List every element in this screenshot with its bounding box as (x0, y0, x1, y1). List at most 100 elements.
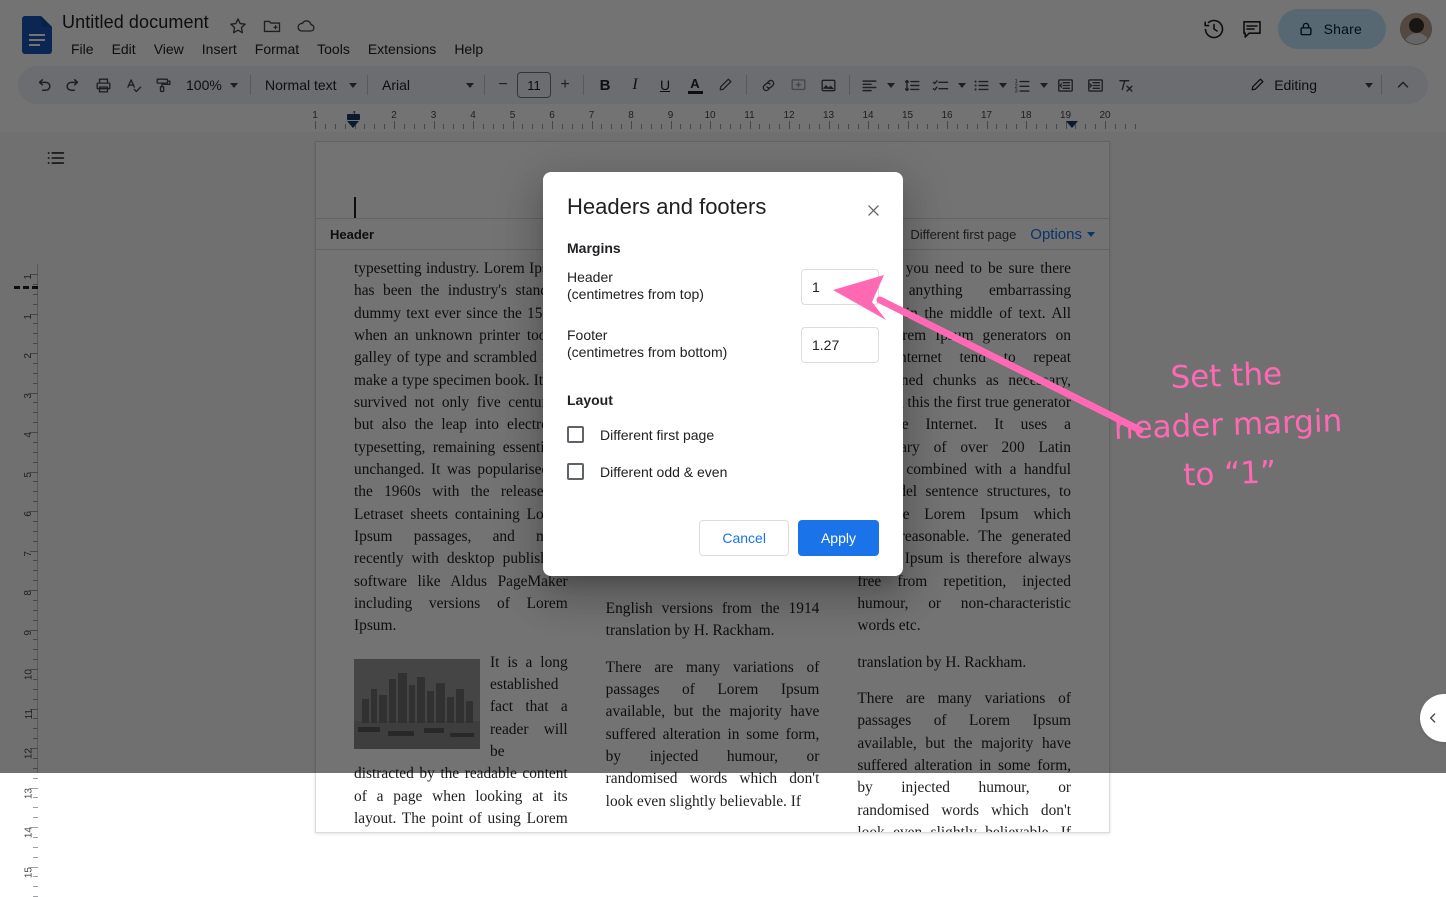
top-margin-marker[interactable] (14, 286, 38, 289)
vruler-tick-minor (33, 837, 38, 838)
add-comment-button[interactable] (783, 70, 813, 100)
ruler-tick-minor (443, 124, 444, 129)
different-odd-even-checkbox[interactable] (567, 463, 584, 480)
left-indent-marker[interactable] (347, 121, 359, 128)
history-icon[interactable] (1202, 17, 1226, 41)
vruler-tick-minor (33, 728, 38, 729)
ruler-tick-minor (848, 124, 849, 129)
comment-icon[interactable] (1240, 17, 1264, 41)
vruler-label: 2 (24, 353, 35, 359)
bulleted-list-dropdown[interactable] (968, 71, 1009, 99)
insert-link-button[interactable] (753, 70, 783, 100)
decrease-indent-icon (1056, 76, 1075, 95)
share-button[interactable]: Share (1278, 9, 1386, 49)
cloud-saved-icon[interactable] (296, 16, 316, 36)
zoom-dropdown[interactable]: 100% (178, 71, 244, 99)
underline-button[interactable]: U (650, 70, 680, 100)
ruler-tick-minor (601, 124, 602, 129)
ruler-label: 9 (668, 110, 674, 121)
undo-button[interactable] (28, 70, 58, 100)
undo-icon (34, 76, 53, 95)
show-outline-button[interactable] (40, 142, 72, 174)
header-different-first-page-checkbox[interactable]: Different first page (889, 227, 1016, 242)
ruler-tick-minor (690, 124, 691, 129)
highlight-button[interactable] (710, 70, 740, 100)
top-right-controls: Share (1202, 9, 1432, 49)
cancel-button[interactable]: Cancel (699, 520, 789, 556)
menu-format[interactable]: Format (246, 39, 308, 59)
menu-file[interactable]: File (62, 39, 103, 59)
document-title[interactable]: Untitled document (62, 12, 209, 33)
bold-button[interactable]: B (590, 70, 620, 100)
toolbar-separator (1381, 75, 1382, 95)
ruler-tick-major (868, 121, 869, 129)
header-options-dropdown[interactable]: Options (1030, 226, 1095, 243)
spellcheck-button[interactable] (118, 70, 148, 100)
right-indent-marker[interactable] (1066, 121, 1078, 128)
numbered-list-dropdown[interactable]: 1 2 3 (1009, 71, 1050, 99)
ruler-tick-minor (364, 124, 365, 129)
vruler-tick-minor (33, 402, 38, 403)
vruler-tick-minor (33, 541, 38, 542)
vertical-ruler[interactable]: 1123456789101112131415 (14, 264, 38, 773)
footer-margin-input[interactable]: 1.27 (801, 327, 879, 363)
ruler-tick-major (552, 121, 553, 129)
ruler-tick-minor (1046, 124, 1047, 129)
cityscape-photo[interactable] (354, 659, 480, 749)
insert-image-button[interactable] (813, 70, 843, 100)
font-size-input[interactable]: 11 (517, 72, 551, 98)
different-first-page-label: Different first page (600, 427, 714, 443)
star-icon[interactable] (228, 16, 248, 36)
different-odd-even-checkbox-row[interactable]: Different odd & even (567, 463, 879, 480)
editing-mode-dropdown[interactable]: Editing (1242, 76, 1375, 94)
menu-view[interactable]: View (145, 39, 193, 59)
italic-button[interactable]: I (620, 70, 650, 100)
print-button[interactable] (88, 70, 118, 100)
ruler-tick-major (434, 121, 435, 129)
menu-help[interactable]: Help (445, 39, 492, 59)
ruler-tick-minor (335, 124, 336, 129)
collapse-toolbar-button[interactable] (1388, 70, 1418, 100)
text-color-button[interactable]: A (680, 70, 710, 100)
first-line-indent-marker[interactable] (347, 114, 360, 120)
avatar[interactable] (1400, 13, 1432, 45)
menu-tools[interactable]: Tools (308, 39, 359, 59)
decrease-indent-button[interactable] (1050, 70, 1080, 100)
different-first-page-checkbox-row[interactable]: Different first page (567, 426, 879, 443)
different-first-page-checkbox[interactable] (567, 426, 584, 443)
vruler-tick-minor (33, 600, 38, 601)
paragraph-style-dropdown[interactable]: Normal text (257, 71, 361, 99)
ruler-tick-major (473, 121, 474, 129)
font-size-increase-button[interactable]: + (553, 70, 577, 100)
font-size-decrease-button[interactable]: − (491, 70, 515, 100)
header-margin-row: Header (centimetres from top) 1 (567, 269, 879, 305)
vruler-tick-minor (33, 778, 38, 779)
close-dialog-button[interactable] (861, 198, 885, 222)
header-margin-label-line1: Header (567, 269, 704, 286)
text-cursor (354, 197, 356, 218)
ruler-tick-major (908, 121, 909, 129)
redo-icon (64, 76, 83, 95)
menu-insert[interactable]: Insert (193, 39, 246, 59)
svg-text:3: 3 (1015, 88, 1018, 94)
horizontal-ruler[interactable]: 11234567891011121314151617181920 (0, 110, 1446, 132)
chevron-down-icon (466, 83, 474, 88)
increase-indent-button[interactable] (1080, 70, 1110, 100)
font-family-dropdown[interactable]: Arial (374, 71, 478, 99)
redo-button[interactable] (58, 70, 88, 100)
ruler-label: 16 (941, 110, 952, 121)
move-to-folder-icon[interactable] (262, 16, 282, 36)
align-dropdown[interactable] (856, 71, 897, 99)
ruler-tick-minor (740, 124, 741, 129)
vruler-label: 8 (24, 590, 35, 596)
line-spacing-button[interactable] (897, 70, 927, 100)
menu-edit[interactable]: Edit (103, 39, 145, 59)
ruler-tick-minor (878, 124, 879, 129)
header-margin-input[interactable]: 1 (801, 269, 879, 305)
checklist-dropdown[interactable] (927, 71, 968, 99)
apply-button[interactable]: Apply (798, 520, 879, 556)
vruler-tick-minor (33, 442, 38, 443)
menu-extensions[interactable]: Extensions (359, 39, 445, 59)
clear-formatting-button[interactable] (1110, 70, 1140, 100)
paint-format-button[interactable] (148, 70, 178, 100)
